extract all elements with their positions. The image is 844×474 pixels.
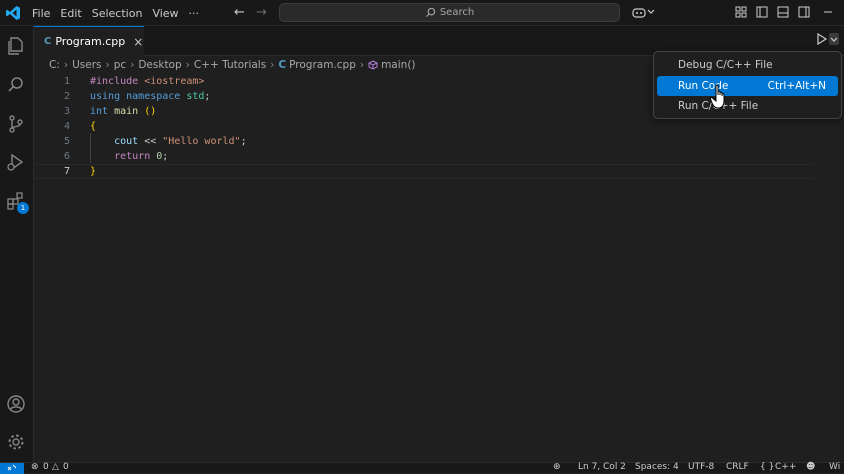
error-count[interactable]: 0 [43, 462, 49, 472]
cursor-position[interactable]: Ln 7, Col 2 [578, 462, 626, 472]
tab-label: Program.cpp [55, 35, 126, 48]
cpp-file-icon: C [44, 36, 52, 47]
method-cube-icon [368, 60, 378, 70]
breadcrumb-drive[interactable]: C: [49, 59, 60, 71]
search-placeholder: Search [439, 7, 475, 18]
code-line: 4 { [34, 119, 814, 134]
extensions-badge: 1 [17, 202, 29, 214]
breadcrumb-separator-icon: › [63, 59, 69, 71]
indent-guide [90, 133, 91, 163]
run-play-icon[interactable] [816, 33, 828, 45]
chevron-down-icon[interactable] [647, 9, 655, 15]
menu-file[interactable]: File [27, 7, 55, 20]
breadcrumb-separator-icon: › [130, 59, 135, 71]
warnings-icon[interactable]: △ [52, 462, 59, 472]
warning-count[interactable]: 0 [63, 462, 69, 472]
breadcrumb-symbol[interactable]: main() [381, 59, 415, 71]
breadcrumb: C: › Users › pc › Desktop › C++ Tutorial… [49, 56, 416, 74]
breadcrumb-desktop[interactable]: Desktop [138, 59, 181, 71]
run-dropdown-chevron-icon[interactable] [829, 33, 839, 45]
copilot-status-icon[interactable]: ☻ [806, 462, 815, 472]
run-and-debug-icon[interactable] [6, 152, 26, 172]
code-text: using namespace std; [90, 91, 211, 102]
line-number: 7 [63, 166, 70, 177]
breadcrumb-separator-icon: › [359, 59, 365, 71]
line-number: 2 [63, 91, 70, 102]
code-text: } [90, 166, 97, 177]
menu-view[interactable]: View [147, 7, 183, 20]
errors-icon[interactable]: ⊗ [31, 462, 39, 472]
zoom-icon[interactable]: ⊕ [553, 462, 561, 472]
code-text: #include <iostream> [90, 76, 205, 87]
menu-more[interactable]: ··· [184, 7, 205, 20]
minimize-icon[interactable] [822, 6, 834, 18]
braces-icon: { } [760, 462, 775, 472]
menu-item-run-file[interactable]: Run C/C++ File [657, 96, 838, 116]
menu-bar: File Edit Selection View ··· [27, 0, 204, 26]
run-button-group [816, 33, 839, 45]
run-dropdown-menu: Debug C/C++ File Run Code Ctrl+Alt+N Run… [653, 51, 842, 119]
language-mode[interactable]: C++ [775, 462, 796, 472]
menu-item-shortcut: Ctrl+Alt+N [767, 80, 826, 92]
code-text: { [90, 121, 97, 132]
menu-item-label: Debug C/C++ File [678, 59, 773, 71]
search-icon [425, 7, 435, 18]
cpp-file-icon: C [278, 59, 287, 71]
code-text: cout << "Hello world"; [114, 136, 247, 147]
menu-selection[interactable]: Selection [87, 7, 148, 20]
breadcrumb-pc[interactable]: pc [114, 59, 126, 71]
code-line: 6 return 0; [34, 149, 814, 164]
toggle-panel-icon[interactable] [777, 6, 789, 18]
line-ending[interactable]: CRLF [726, 462, 749, 472]
code-text: return 0; [114, 151, 169, 162]
line-number: 4 [63, 121, 70, 132]
breadcrumb-separator-icon: › [105, 59, 110, 71]
remote-indicator[interactable] [0, 463, 24, 474]
toggle-secondary-sidebar-icon[interactable] [798, 6, 810, 18]
source-control-icon[interactable] [6, 114, 26, 134]
code-line-current: 7 } [34, 164, 814, 179]
vscode-logo-icon [6, 6, 20, 20]
menu-item-debug-file[interactable]: Debug C/C++ File [657, 55, 838, 75]
menu-edit[interactable]: Edit [55, 7, 86, 20]
line-number: 5 [63, 136, 70, 147]
platform[interactable]: Wi [829, 462, 840, 472]
explorer-icon[interactable] [6, 36, 26, 56]
settings-gear-icon[interactable] [6, 432, 26, 452]
code-text: int main () [90, 106, 157, 117]
activity-bar: 1 [0, 26, 34, 462]
forward-arrow-icon[interactable]: → [256, 5, 267, 20]
status-bar: ⊗ 0 △ 0 ⊕ Ln 7, Col 2 Spaces: 4 UTF-8 CR… [0, 462, 844, 474]
breadcrumb-file[interactable]: Program.cpp [289, 59, 356, 71]
line-number: 3 [63, 106, 70, 117]
search-icon[interactable] [6, 75, 26, 95]
accounts-icon[interactable] [6, 394, 26, 414]
title-bar: File Edit Selection View ··· ← → Search [0, 0, 844, 26]
customize-layout-icon[interactable] [735, 6, 747, 18]
remote-icon [7, 464, 17, 471]
breadcrumb-folder[interactable]: C++ Tutorials [194, 59, 266, 71]
line-number: 1 [63, 76, 70, 87]
line-number: 6 [63, 151, 70, 162]
breadcrumb-separator-icon: › [185, 59, 190, 71]
back-arrow-icon[interactable]: ← [234, 5, 245, 20]
search-box[interactable]: Search [279, 3, 620, 22]
hand-pointer-cursor-icon [710, 84, 725, 109]
tab-close-icon[interactable]: × [133, 35, 143, 49]
encoding[interactable]: UTF-8 [688, 462, 714, 472]
code-line: 5 cout << "Hello world"; [34, 134, 814, 149]
copilot-icon[interactable] [632, 6, 646, 19]
menu-item-run-code[interactable]: Run Code Ctrl+Alt+N [657, 76, 838, 96]
code-editor[interactable]: 1 #include <iostream> 2 using namespace … [34, 74, 844, 462]
indentation[interactable]: Spaces: 4 [635, 462, 679, 472]
toggle-primary-sidebar-icon[interactable] [756, 6, 768, 18]
breadcrumb-separator-icon: › [270, 59, 275, 71]
breadcrumb-users[interactable]: Users [72, 59, 101, 71]
tab-program-cpp[interactable]: C Program.cpp × [34, 26, 144, 56]
